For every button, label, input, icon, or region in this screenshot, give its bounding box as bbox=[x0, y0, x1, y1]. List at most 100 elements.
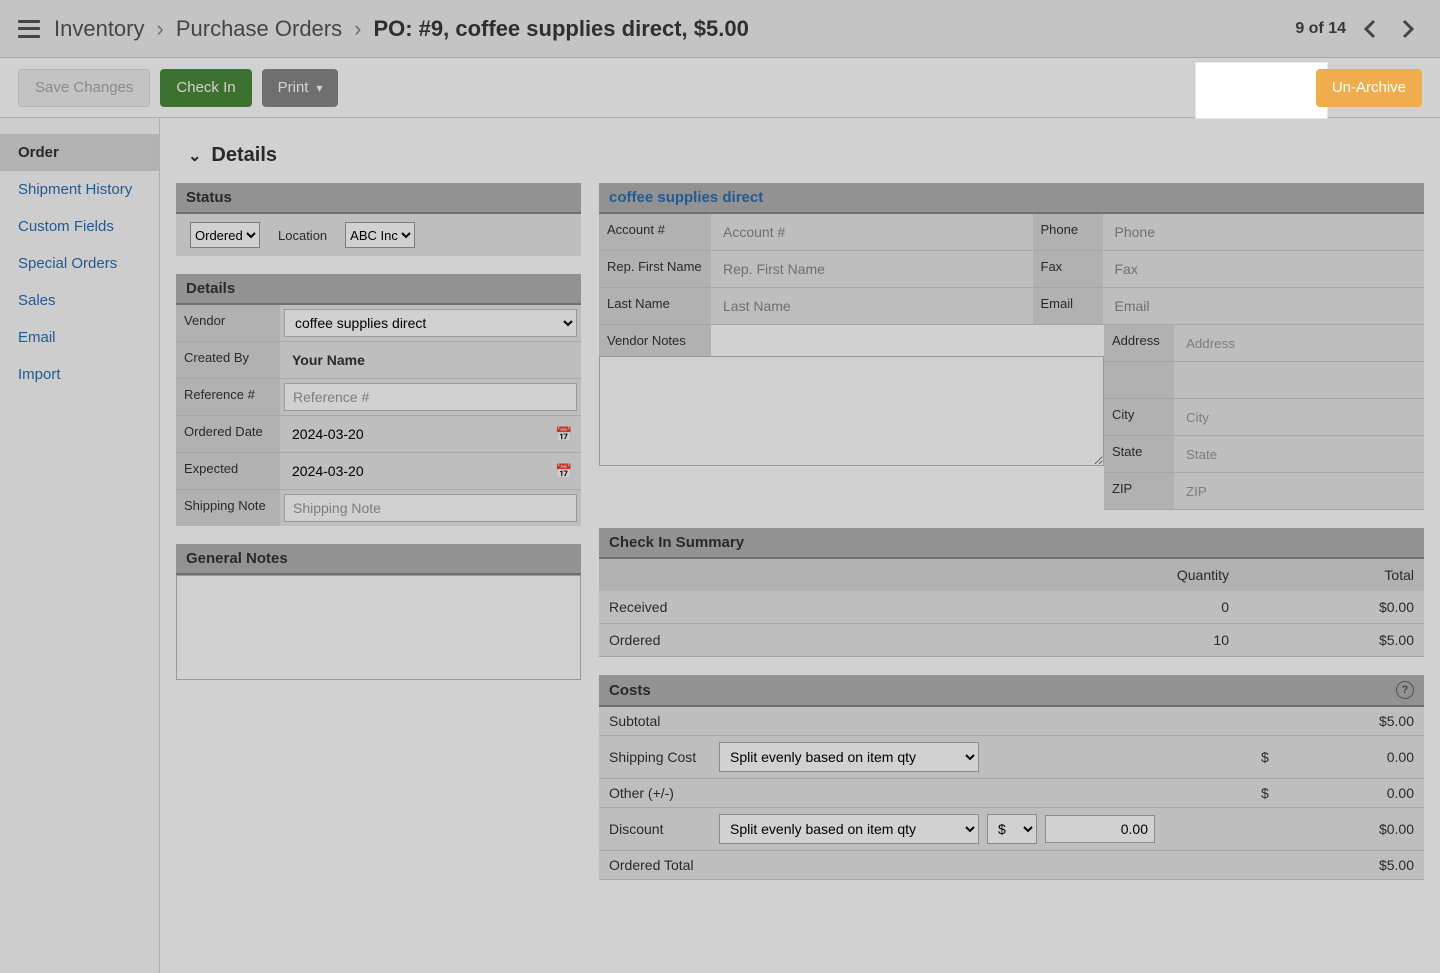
email-label: Email bbox=[1033, 288, 1103, 325]
createdby-label: Created By bbox=[176, 342, 280, 378]
vendor-label: Vendor bbox=[176, 305, 280, 341]
zip-input[interactable] bbox=[1178, 477, 1420, 505]
costs-title: Costs bbox=[609, 682, 651, 699]
print-dropdown[interactable]: Print ▾ bbox=[262, 69, 339, 107]
shipping-cost-label: Shipping Cost bbox=[599, 736, 709, 779]
lastname-label: Last Name bbox=[599, 288, 711, 325]
vendor-notes-label: Vendor Notes bbox=[599, 325, 711, 356]
city-input[interactable] bbox=[1178, 403, 1420, 431]
discount-label: Discount bbox=[599, 808, 709, 851]
costs-table: Subtotal $5.00 Shipping Cost Split evenl… bbox=[599, 707, 1424, 880]
status-row: Ordered Location ABC Inc bbox=[176, 214, 581, 256]
calendar-icon[interactable]: 📅 bbox=[555, 463, 571, 480]
discount-total: $0.00 bbox=[1284, 808, 1424, 851]
checkin-summary-header: Check In Summary bbox=[599, 528, 1424, 559]
save-button: Save Changes bbox=[18, 69, 150, 107]
dollar-icon: $ bbox=[1261, 785, 1269, 801]
ordered-total-value: $5.00 bbox=[1284, 851, 1424, 880]
account-label: Account # bbox=[599, 214, 711, 251]
shipping-cost-value[interactable]: 0.00 bbox=[1284, 736, 1424, 779]
sidebar-item-email[interactable]: Email bbox=[0, 319, 159, 356]
menu-icon[interactable] bbox=[18, 20, 40, 38]
table-row: Ordered Total $5.00 bbox=[599, 851, 1424, 880]
table-row: Other (+/-) $ 0.00 bbox=[599, 779, 1424, 808]
fax-input[interactable] bbox=[1107, 255, 1421, 283]
details-panel-header: Details bbox=[176, 274, 581, 305]
col-total: Total bbox=[1239, 559, 1424, 591]
ordered-total: $5.00 bbox=[1239, 624, 1424, 657]
vendor-link[interactable]: coffee supplies direct bbox=[609, 189, 763, 206]
duplicate-button[interactable]: Duplicate bbox=[1211, 69, 1306, 107]
general-notes-header: General Notes bbox=[176, 544, 581, 575]
print-label: Print bbox=[278, 79, 309, 96]
received-label: Received bbox=[599, 591, 979, 624]
subtotal-label: Subtotal bbox=[599, 707, 709, 736]
received-total: $0.00 bbox=[1239, 591, 1424, 624]
address2-input[interactable] bbox=[1178, 366, 1420, 394]
received-qty: 0 bbox=[979, 591, 1239, 624]
breadcrumb-bar: Inventory › Purchase Orders › PO: #9, co… bbox=[0, 0, 1440, 58]
sidebar-item-order[interactable]: Order bbox=[0, 134, 159, 171]
crumb-po-title: PO: #9, coffee supplies direct, $5.00 bbox=[373, 16, 748, 42]
ordered-label: Ordered bbox=[599, 624, 979, 657]
phone-label: Phone bbox=[1033, 214, 1103, 251]
expected-date-input[interactable] bbox=[284, 457, 555, 485]
other-label: Other (+/-) bbox=[599, 779, 709, 808]
email-input[interactable] bbox=[1107, 292, 1421, 320]
other-value[interactable]: 0.00 bbox=[1284, 779, 1424, 808]
location-select[interactable]: ABC Inc bbox=[345, 222, 415, 248]
crumb-inventory[interactable]: Inventory bbox=[54, 16, 145, 42]
sidebar-item-custom-fields[interactable]: Custom Fields bbox=[0, 208, 159, 245]
table-row: Ordered 10 $5.00 bbox=[599, 624, 1424, 657]
state-label: State bbox=[1104, 436, 1174, 473]
unarchive-button[interactable]: Un-Archive bbox=[1316, 69, 1422, 107]
costs-header: Costs ? bbox=[599, 675, 1424, 707]
table-row: Discount Split evenly based on item qty … bbox=[599, 808, 1424, 851]
discount-split-select[interactable]: Split evenly based on item qty bbox=[719, 814, 979, 844]
sidebar-item-sales[interactable]: Sales bbox=[0, 282, 159, 319]
state-input[interactable] bbox=[1178, 440, 1420, 468]
sidebar: Order Shipment History Custom Fields Spe… bbox=[0, 118, 160, 973]
repfirst-input[interactable] bbox=[715, 255, 1029, 283]
account-input[interactable] bbox=[715, 218, 1029, 246]
general-notes-textarea[interactable] bbox=[176, 575, 581, 680]
chevron-down-icon: ⌄ bbox=[188, 146, 201, 166]
reference-input[interactable] bbox=[284, 383, 577, 411]
shipping-note-input[interactable] bbox=[284, 494, 577, 522]
check-in-button[interactable]: Check In bbox=[160, 69, 251, 107]
shipping-split-select[interactable]: Split evenly based on item qty bbox=[719, 742, 979, 772]
crumb-purchase-orders[interactable]: Purchase Orders bbox=[176, 16, 342, 42]
details-title: Details bbox=[211, 144, 277, 167]
phone-input[interactable] bbox=[1107, 218, 1421, 246]
vendor-notes-textarea[interactable] bbox=[599, 356, 1104, 466]
vendor-select[interactable]: coffee supplies direct bbox=[284, 309, 577, 337]
action-bar: Save Changes Check In Print ▾ Duplicate … bbox=[0, 58, 1440, 118]
table-row: Subtotal $5.00 bbox=[599, 707, 1424, 736]
content-area: ⌄ Details Status Ordered Location ABC In… bbox=[160, 118, 1440, 973]
sidebar-item-shipment-history[interactable]: Shipment History bbox=[0, 171, 159, 208]
discount-amount-input[interactable] bbox=[1045, 815, 1155, 843]
ordered-qty: 10 bbox=[979, 624, 1239, 657]
city-label: City bbox=[1104, 399, 1174, 436]
sidebar-item-import[interactable]: Import bbox=[0, 356, 159, 393]
shipping-note-label: Shipping Note bbox=[176, 490, 280, 526]
discount-unit-select[interactable]: $ bbox=[987, 814, 1037, 844]
checkin-summary-table: Quantity Total Received 0 $0.00 Ordered … bbox=[599, 559, 1424, 657]
chevron-right-icon: › bbox=[157, 16, 164, 42]
details-section-header[interactable]: ⌄ Details bbox=[176, 136, 1424, 183]
sidebar-item-special-orders[interactable]: Special Orders bbox=[0, 245, 159, 282]
pager-next-button[interactable] bbox=[1394, 15, 1422, 43]
calendar-icon[interactable]: 📅 bbox=[555, 426, 571, 443]
address-input[interactable] bbox=[1178, 329, 1420, 357]
lastname-input[interactable] bbox=[715, 292, 1029, 320]
ordered-date-input[interactable] bbox=[284, 420, 555, 448]
pager-prev-button[interactable] bbox=[1356, 15, 1384, 43]
help-icon[interactable]: ? bbox=[1396, 681, 1414, 699]
status-header: Status bbox=[176, 183, 581, 214]
ordered-total-label: Ordered Total bbox=[599, 851, 709, 880]
createdby-value: Your Name bbox=[284, 346, 577, 374]
table-row: Shipping Cost Split evenly based on item… bbox=[599, 736, 1424, 779]
breadcrumb: Inventory › Purchase Orders › PO: #9, co… bbox=[18, 16, 749, 42]
order-status-select[interactable]: Ordered bbox=[190, 222, 260, 248]
expected-label: Expected bbox=[176, 453, 280, 489]
